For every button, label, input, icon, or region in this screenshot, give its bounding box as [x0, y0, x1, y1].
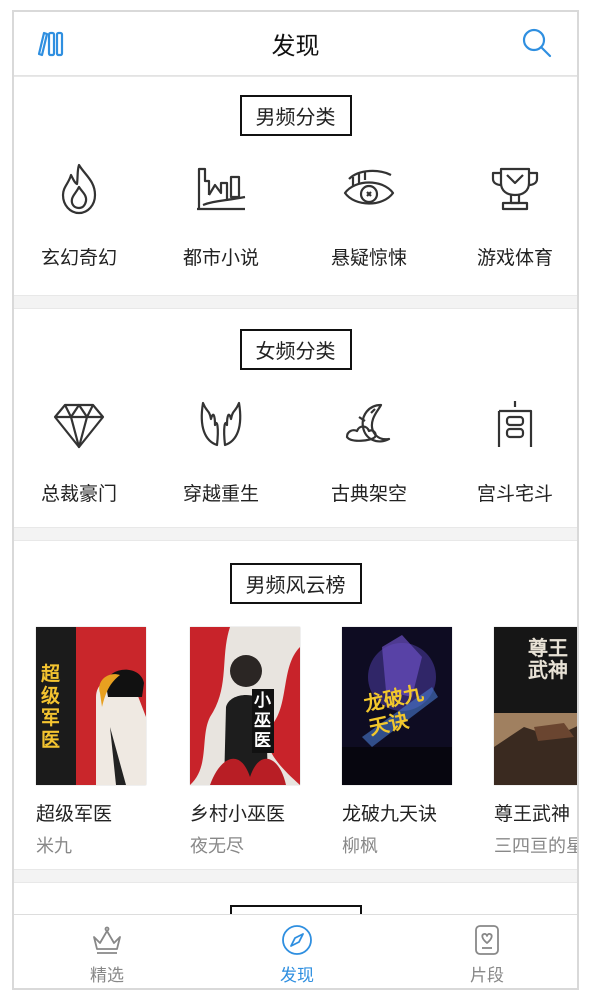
section-divider	[14, 528, 577, 540]
crown-icon	[90, 923, 124, 957]
category-label: 游戏体育	[476, 247, 553, 269]
tab-snippets[interactable]: 片段	[442, 923, 532, 986]
section-divider	[14, 870, 577, 882]
male-categories-section: 男频分类 玄幻奇幻 都市小说 悬疑惊悚 游戏体育	[14, 76, 577, 296]
category-label: 都市小说	[182, 247, 259, 269]
app-screen: 发现 男频分类 玄幻奇幻 都市小说 悬疑惊悚 游戏体育 女频分类 总裁豪门 穿越…	[12, 10, 579, 990]
compass-icon	[280, 923, 314, 957]
book-card[interactable]: 龙破九天诀 龙破九天诀 柳枫	[342, 627, 462, 858]
book-cover: 小巫医	[190, 627, 300, 785]
female-categories-section: 女频分类 总裁豪门 穿越重生 古典架空 宫斗宅斗	[14, 308, 577, 528]
category-label: 穿越重生	[182, 483, 259, 505]
section-title: 男频分类	[239, 95, 352, 136]
palace-icon	[487, 397, 543, 453]
book-author: 柳枫	[342, 836, 378, 857]
category-chuanyue[interactable]: 穿越重生	[156, 397, 286, 506]
book-title: 超级军医	[36, 803, 113, 825]
book-cover: 龙破九天诀	[342, 627, 452, 785]
category-gudian[interactable]: 古典架空	[304, 397, 434, 506]
category-xuanyi[interactable]: 悬疑惊悚	[304, 161, 434, 270]
section-title: 男频风云榜	[229, 563, 362, 604]
category-zongcai[interactable]: 总裁豪门	[14, 397, 144, 506]
book-cover: 超级军医	[36, 627, 146, 785]
page-title: 发现	[271, 32, 320, 60]
trophy-icon	[487, 161, 543, 217]
city-skyline-icon	[193, 161, 249, 217]
book-card[interactable]: 超级军医 超级军医 米九	[36, 627, 156, 858]
book-author: 夜无尽	[190, 836, 244, 857]
tab-label: 发现	[280, 966, 314, 986]
book-card[interactable]: 小巫医 乡村小巫医 夜无尽	[190, 627, 310, 858]
category-label: 古典架空	[330, 483, 407, 505]
wings-icon	[193, 397, 249, 453]
category-label: 悬疑惊悚	[330, 247, 407, 269]
category-label: 宫斗宅斗	[476, 483, 553, 505]
category-xuanhuan[interactable]: 玄幻奇幻	[14, 161, 144, 270]
book-author: 米九	[36, 836, 72, 857]
category-youxi[interactable]: 游戏体育	[450, 161, 577, 270]
tab-label: 精选	[90, 966, 124, 986]
category-label: 总裁豪门	[40, 483, 117, 505]
book-cover-title: 超级军医	[41, 663, 61, 751]
tab-discover[interactable]: 发现	[252, 923, 342, 986]
book-cover-title: 小巫医	[252, 689, 274, 753]
book-title: 尊王武神	[494, 803, 571, 825]
top-bar: 发现	[14, 12, 577, 76]
tab-featured[interactable]: 精选	[62, 923, 152, 986]
book-cover: 尊王武神	[494, 627, 577, 785]
eye-icon	[341, 161, 397, 217]
book-author: 三四亘的星	[494, 836, 579, 857]
male-ranking-section: 男频风云榜 超级军医 超级军医 米九 小巫医 乡村小巫医 夜无尽 龙破九天诀 龙…	[14, 540, 577, 870]
tab-label: 片段	[470, 966, 504, 986]
bottom-tab-bar: 精选 发现 片段	[14, 914, 577, 988]
category-label: 玄幻奇幻	[40, 247, 117, 269]
book-title: 乡村小巫医	[190, 803, 286, 825]
cloud-moon-icon	[341, 397, 397, 453]
snippet-icon	[470, 923, 504, 957]
book-title: 龙破九天诀	[342, 803, 438, 825]
search-icon[interactable]	[521, 27, 553, 59]
category-gongdou[interactable]: 宫斗宅斗	[450, 397, 577, 506]
category-dushi[interactable]: 都市小说	[156, 161, 286, 270]
diamond-icon	[51, 397, 107, 453]
book-card[interactable]: 尊王武神 尊王武神 三四亘的星	[494, 627, 579, 858]
book-cover-title: 尊王武神	[528, 636, 568, 682]
section-title: 女频分类	[239, 329, 352, 370]
section-divider	[14, 296, 577, 308]
flame-icon	[51, 161, 107, 217]
